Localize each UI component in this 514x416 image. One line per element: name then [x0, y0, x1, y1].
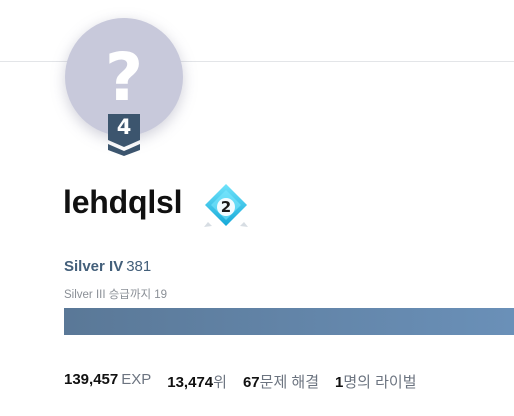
- tier-progress-fill: [64, 308, 514, 335]
- stat-solved[interactable]: 67문제 해결: [243, 371, 319, 392]
- stats-row: 139,457 EXP 13,474위 67문제 해결 1명의 라이벌: [64, 371, 417, 392]
- solved-value: 67: [242, 374, 260, 391]
- level-badge: 4: [108, 114, 140, 156]
- rank-label: 위: [213, 374, 227, 391]
- promotion-text: Silver III 승급까지 19: [64, 289, 168, 301]
- class-badge-number: 2: [220, 198, 232, 216]
- level-badge-number: 4: [116, 115, 132, 139]
- tier-rating: 381: [126, 258, 152, 275]
- rivals-label: 명의 라이벌: [343, 374, 417, 391]
- stat-exp: 139,457 EXP: [64, 371, 151, 392]
- stat-rank[interactable]: 13,474위: [167, 371, 227, 392]
- profile-page: ? 4 lehdqlsl 2 Silver IV 381 Silver III …: [0, 0, 514, 416]
- exp-value: 139,457: [64, 371, 119, 388]
- solved-label: 문제 해결: [259, 374, 320, 391]
- class-badge[interactable]: 2: [202, 182, 250, 232]
- tier-progress-bar: [64, 308, 514, 335]
- stat-rivals[interactable]: 1명의 라이벌: [335, 371, 417, 392]
- rank-value: 13,474: [167, 374, 214, 391]
- username: lehdqlsl: [63, 184, 183, 220]
- tier-name[interactable]: Silver IV: [64, 258, 123, 275]
- tier-info[interactable]: Silver IV 381: [64, 258, 151, 275]
- profile-avatar-group[interactable]: ? 4: [65, 18, 183, 158]
- exp-label: EXP: [121, 371, 152, 388]
- question-mark-icon: ?: [104, 39, 144, 116]
